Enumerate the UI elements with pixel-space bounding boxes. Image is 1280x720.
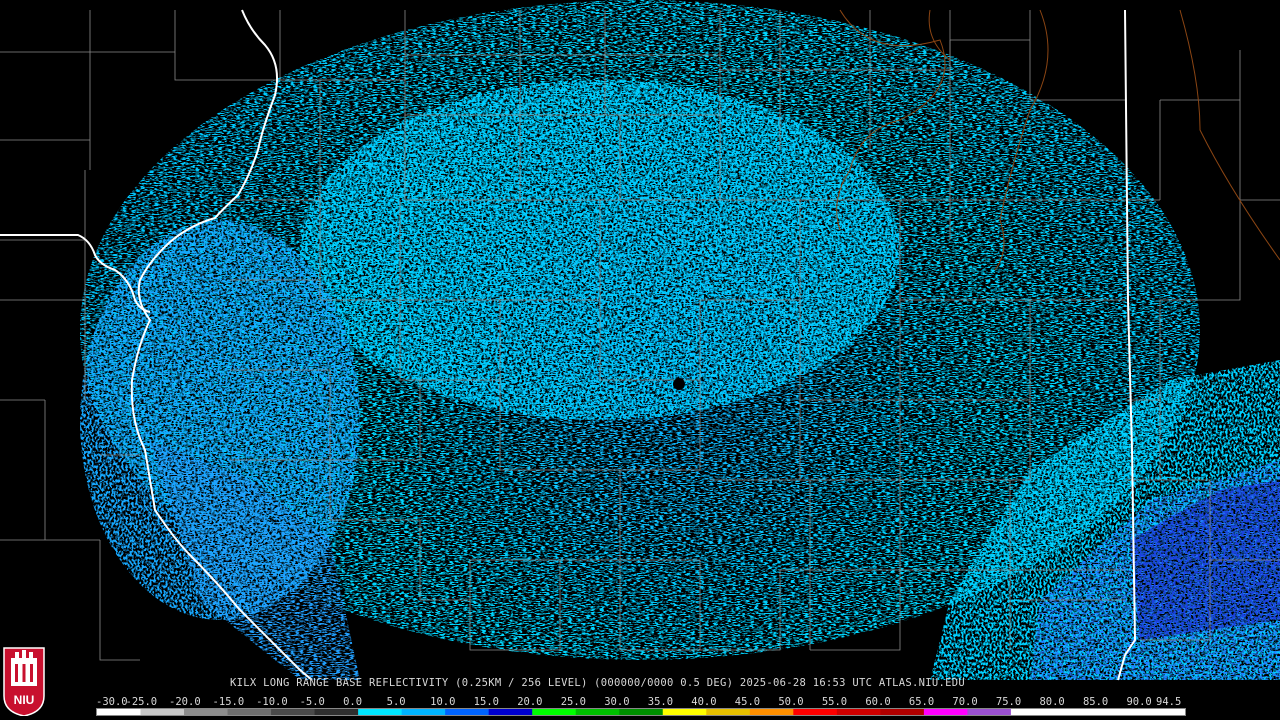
- scale-label: 80.0: [1039, 696, 1065, 708]
- scale-label: 25.0: [560, 696, 587, 708]
- scale-segment: [358, 709, 403, 715]
- scale-label: -15.0: [212, 696, 245, 708]
- scale-segment: [575, 709, 620, 715]
- scale-segment: [314, 709, 359, 715]
- river-3: [1179, 9, 1280, 261]
- scale-segment: [619, 709, 664, 715]
- scale-label: -30.0: [96, 696, 128, 708]
- scale-segment: [923, 709, 968, 715]
- scale-segment: [1010, 709, 1055, 715]
- scale-segment: [401, 709, 446, 715]
- scale-label: -5.0: [299, 696, 325, 708]
- scale-label: 90.0: [1126, 696, 1152, 708]
- scale-label: 5.0: [386, 696, 406, 708]
- scale-segment: [532, 709, 577, 715]
- scale-segment: [749, 709, 794, 715]
- scale-segment: [836, 709, 881, 715]
- scale-segment: [793, 709, 838, 715]
- scale-segment: [445, 709, 490, 715]
- scale-segment: [1097, 709, 1142, 715]
- radar-map: [0, 0, 1280, 681]
- scale-label: 10.0: [430, 696, 456, 708]
- scale-label: 50.0: [778, 696, 804, 708]
- scale-label: -10.0: [256, 696, 288, 708]
- scale-segment: [271, 709, 316, 715]
- color-scale-labels: -30.0 -25.0 -20.0 -15.0 -10.0 -5.0 0.0 5.0 10.0 1…: [96, 696, 1196, 708]
- scale-label: 0.0: [343, 696, 363, 708]
- scale-segment: [184, 709, 229, 715]
- scale-label: 20.0: [517, 696, 543, 708]
- radar-echoes: [80, 0, 1280, 680]
- product-caption: KILX LONG RANGE BASE REFLECTIVITY (0.25K…: [230, 677, 965, 689]
- scale-label: 60.0: [865, 696, 891, 708]
- scale-label: 75.0: [995, 696, 1022, 708]
- scale-label: 40.0: [691, 696, 717, 708]
- scale-segment: [706, 709, 751, 715]
- scale-segment: [140, 709, 185, 715]
- scale-label: 65.0: [908, 696, 935, 708]
- scale-segment: [662, 709, 707, 715]
- scale-segment: [227, 709, 272, 715]
- scale-label: 45.0: [734, 696, 761, 708]
- scale-label: 94.5: [1156, 696, 1182, 708]
- scale-label: 30.0: [604, 696, 630, 708]
- logo-text: NIU: [14, 693, 35, 707]
- scale-segment: [880, 709, 925, 715]
- scale-segment: [488, 709, 533, 715]
- color-scale-bar: [96, 708, 1186, 716]
- scale-segment: [1141, 709, 1185, 715]
- scale-label: 15.0: [473, 696, 499, 708]
- scale-label: 55.0: [821, 696, 848, 708]
- scale-segment: [967, 709, 1012, 715]
- radar-site-marker: [673, 378, 685, 390]
- scale-label: 85.0: [1082, 696, 1109, 708]
- scale-label: 70.0: [952, 696, 978, 708]
- scale-label: -20.0: [169, 696, 201, 708]
- scale-segment: [97, 709, 142, 715]
- scale-label: 35.0: [647, 696, 674, 708]
- scale-segment: [1054, 709, 1099, 715]
- scale-label: -25.0: [125, 696, 158, 708]
- niu-logo: NIU: [3, 647, 45, 716]
